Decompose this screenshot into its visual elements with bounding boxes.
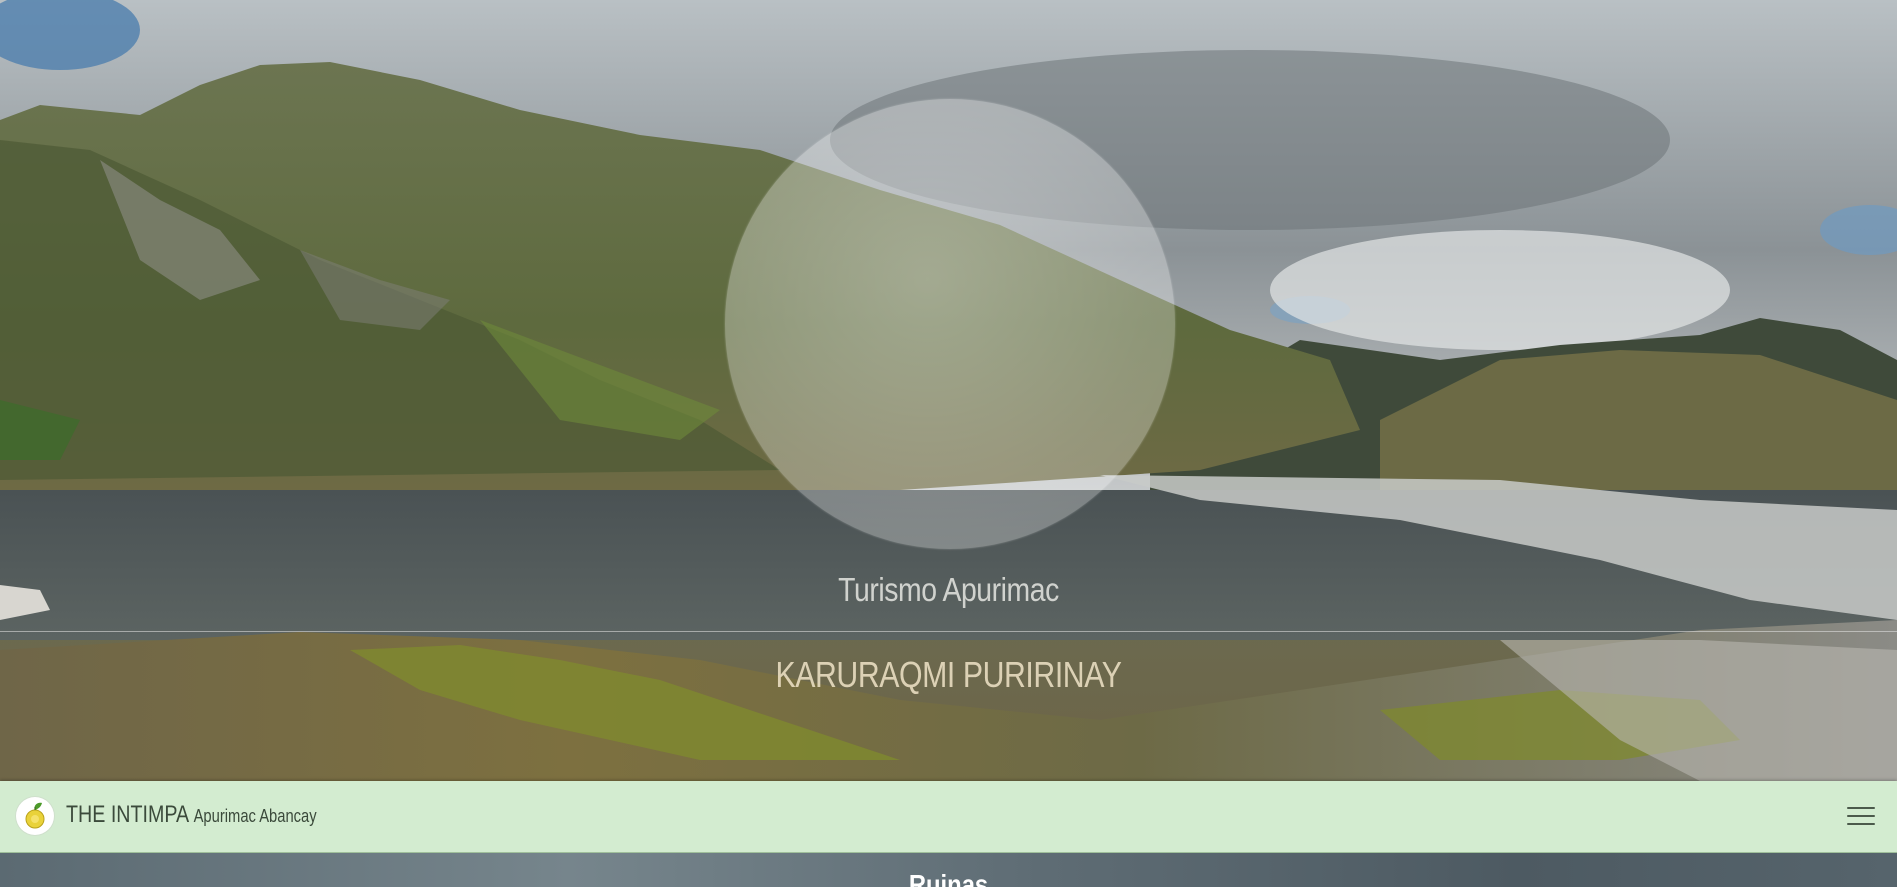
section-heading: Ruinas (908, 869, 989, 887)
brand-link[interactable]: THE INTIMPA Apurimac Abancay (66, 801, 317, 829)
hero-circle-overlay (725, 99, 1175, 549)
menu-bar-bottom (1847, 823, 1875, 825)
menu-bar-middle (1847, 815, 1875, 817)
menu-bar-top (1847, 807, 1875, 809)
hero-subtitle: Turismo Apurimac (838, 571, 1059, 608)
logo-graphic (25, 802, 45, 829)
hero-divider (0, 631, 1897, 632)
hamburger-menu-button[interactable] (1847, 801, 1875, 831)
brand-tagline: Apurimac Abancay (193, 806, 317, 826)
brand-name: THE INTIMPA (66, 801, 189, 828)
ruinas-section: Ruinas (0, 853, 1897, 887)
hero-banner: Turismo Apurimac KARURAQMI PURIRINAY (0, 0, 1897, 781)
hero-title: KARURAQMI PURIRINAY (775, 654, 1122, 695)
lemon-leaf-logo-icon[interactable] (16, 797, 54, 835)
navbar: THE INTIMPA Apurimac Abancay (0, 781, 1897, 853)
